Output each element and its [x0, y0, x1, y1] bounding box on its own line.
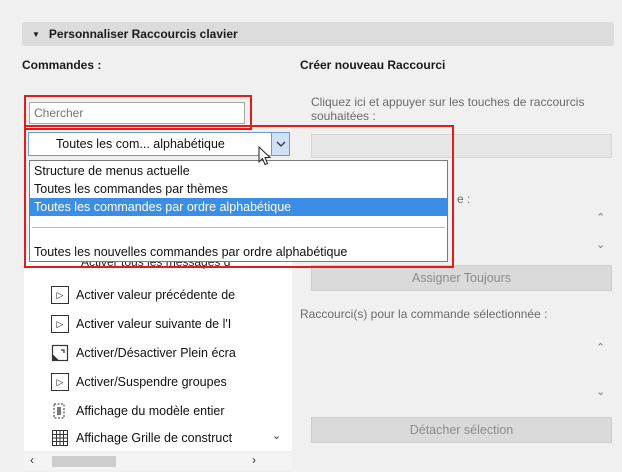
commands-label: Commandes : — [22, 58, 102, 72]
list-scroll-down-icon[interactable]: ⌄ — [272, 429, 281, 442]
collapse-triangle-icon[interactable]: ▼ — [32, 30, 40, 39]
new-shortcut-label: Créer nouveau Raccourci — [300, 58, 446, 72]
fit-model-icon — [51, 402, 69, 420]
dropdown-option[interactable]: Structure de menus actuelle — [30, 162, 447, 180]
list-item[interactable]: Affichage Grille de construct — [24, 426, 292, 450]
command-filter-select[interactable]: Toutes les com... alphabétique — [28, 132, 290, 156]
dropdown-option[interactable]: Toutes les commandes par thèmes — [30, 180, 447, 198]
list-item[interactable]: ▷ Activer valeur précédente de — [24, 283, 292, 307]
list-item[interactable]: ▷ Activer/Suspendre groupes — [24, 370, 292, 394]
command-list[interactable]: Activer tous les messages d' ▷ Activer v… — [24, 255, 292, 451]
list-item[interactable]: ▷ Activer valeur suivante de l'I — [24, 312, 292, 336]
scroll-down-icon[interactable]: ⌄ — [596, 238, 605, 251]
mouse-cursor-icon — [258, 145, 272, 169]
scroll-down-icon[interactable]: ⌄ — [596, 385, 605, 398]
conflict-label-partial: e : — [457, 192, 471, 206]
play-box-icon: ▷ — [51, 286, 69, 304]
play-box-icon: ▷ — [51, 315, 69, 333]
search-input[interactable] — [29, 102, 245, 124]
scroll-thumb[interactable] — [52, 456, 116, 467]
dropdown-highlight-box: Toutes les com... alphabétique Structure… — [24, 125, 454, 268]
panel-title: Personnaliser Raccourcis clavier — [48, 27, 238, 41]
dropdown-separator — [32, 227, 445, 228]
panel-header[interactable]: ▼ Personnaliser Raccourcis clavier — [22, 22, 614, 46]
scroll-up-icon[interactable]: ⌃ — [596, 341, 605, 354]
dropdown-list: Structure de menus actuelle Toutes les c… — [29, 160, 448, 262]
play-box-icon: ▷ — [51, 373, 69, 391]
scroll-right-icon[interactable]: › — [252, 453, 256, 467]
scroll-left-icon[interactable]: ‹ — [30, 453, 34, 467]
list-item[interactable]: Activer/Désactiver Plein écra — [24, 341, 292, 365]
scroll-up-icon[interactable]: ⌃ — [596, 211, 605, 224]
select-value: Toutes les com... alphabétique — [56, 137, 225, 151]
chevron-down-icon[interactable] — [271, 132, 290, 156]
detach-selection-button[interactable]: Détacher sélection — [311, 417, 612, 443]
list-item[interactable]: Affichage du modèle entier — [24, 399, 292, 423]
horizontal-scrollbar[interactable]: ‹ › — [24, 453, 292, 470]
dropdown-option[interactable]: Toutes les nouvelles commandes par ordre… — [30, 243, 447, 261]
fullscreen-icon — [51, 344, 69, 362]
shortcut-hint: Cliquez ici et appuyer sur les touches d… — [311, 95, 585, 123]
selected-shortcuts-label: Raccourci(s) pour la commande sélectionn… — [300, 307, 548, 321]
grid-icon — [51, 429, 69, 447]
dropdown-option-selected[interactable]: Toutes les commandes par ordre alphabéti… — [30, 198, 447, 216]
assign-always-button[interactable]: Assigner Toujours — [311, 265, 612, 291]
